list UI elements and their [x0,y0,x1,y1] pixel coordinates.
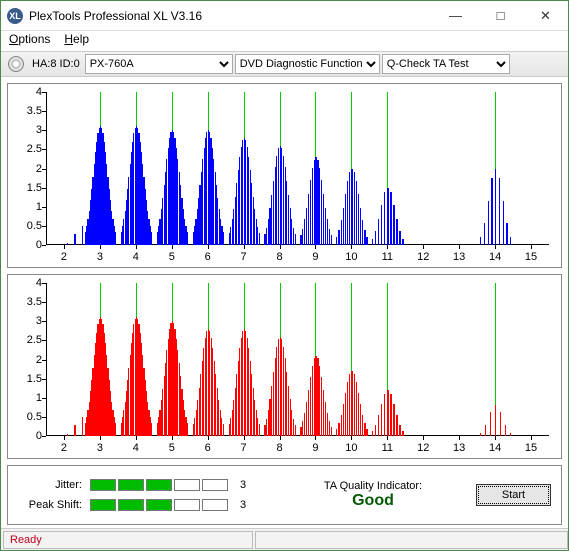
minimize-button[interactable]: — [433,1,478,30]
y-tick-label: 0.5 [14,220,42,232]
drive-id-label: HA:8 ID:0 [29,58,83,70]
y-tick-label: 3.5 [14,296,42,308]
x-tick-label: 13 [453,251,465,263]
x-tick-label: 12 [417,442,429,454]
meter-block [146,499,172,511]
jitter-value: 3 [236,479,250,491]
window-title: PlexTools Professional XL V3.16 [29,9,433,23]
y-tick-label: 3 [14,315,42,327]
menu-options[interactable]: Options [9,32,50,50]
meter-block [118,479,144,491]
peak-label: Peak Shift: [18,499,82,511]
x-tick-label: 13 [453,442,465,454]
meter-block [174,499,200,511]
x-tick-label: 8 [276,442,282,454]
titlebar[interactable]: XL PlexTools Professional XL V3.16 — □ ✕ [1,1,568,31]
menu-help[interactable]: Help [64,32,89,50]
disc-icon [8,56,24,72]
meter-block [174,479,200,491]
chart-top: 0 0.5 1 1.5 2 2.5 3 3.5 4 2 3 4 5 6 7 8 9 10 11 12 13 14 15 [7,83,562,268]
x-tick-label: 7 [241,442,247,454]
meter-block [118,499,144,511]
x-tick-label: 2 [61,251,67,263]
x-tick-label: 7 [241,251,247,263]
function-select[interactable]: DVD Diagnostic Functions [235,54,380,74]
jitter-meter [90,479,228,491]
peak-row: Peak Shift: 3 [18,499,250,511]
drive-select[interactable]: PX-760A [85,54,233,74]
chart-bottom: 0 0.5 1 1.5 2 2.5 3 3.5 4 2 3 4 5 6 7 8 9 10 11 12 13 14 15 [7,274,562,459]
close-button[interactable]: ✕ [523,1,568,30]
menubar: Options Help [1,31,568,51]
y-tick-label: 2.5 [14,143,42,155]
peak-value: 3 [236,499,250,511]
maximize-button[interactable]: □ [478,1,523,30]
status-text: Ready [3,531,253,549]
y-tick-label: 1.5 [14,373,42,385]
ta-indicator: TA Quality Indicator: Good [270,480,476,510]
y-tick-label: 0 [14,239,42,251]
x-tick-label: 3 [97,442,103,454]
peak-meter [90,499,228,511]
app-icon: XL [7,8,23,24]
meter-block [90,479,116,491]
x-tick-label: 4 [133,251,139,263]
content-area: 00.511.522.533.5423456789101112131415 00… [1,77,568,528]
y-tick-label: 1.5 [14,182,42,194]
jitter-row: Jitter: 3 [18,479,250,491]
y-tick-label: 3.5 [14,105,42,117]
app-window: XL PlexTools Professional XL V3.16 — □ ✕… [0,0,569,551]
y-tick-label: 2.5 [14,334,42,346]
test-select[interactable]: Q-Check TA Test [382,54,510,74]
x-tick-label: 2 [61,442,67,454]
x-tick-label: 8 [276,251,282,263]
y-tick-label: 3 [14,124,42,136]
jitter-label: Jitter: [18,479,82,491]
x-tick-label: 15 [525,251,537,263]
x-tick-label: 15 [525,442,537,454]
meter-block [202,499,228,511]
toolbar: HA:8 ID:0 PX-760A DVD Diagnostic Functio… [1,51,568,77]
x-tick-label: 10 [345,251,357,263]
x-tick-label: 10 [345,442,357,454]
x-tick-label: 5 [169,251,175,263]
x-tick-label: 11 [382,251,393,263]
x-tick-label: 5 [169,442,175,454]
x-tick-label: 6 [205,442,211,454]
x-tick-label: 14 [489,251,501,263]
y-tick-label: 2 [14,163,42,175]
x-tick-label: 9 [312,442,318,454]
x-tick-label: 14 [489,442,501,454]
meter-block [90,499,116,511]
ta-value: Good [352,492,394,510]
x-tick-label: 3 [97,251,103,263]
y-tick-label: 4 [14,277,42,289]
status-empty [255,531,568,549]
y-tick-label: 0 [14,430,42,442]
ta-label: TA Quality Indicator: [324,480,422,492]
menu-help-rest: elp [73,32,89,46]
y-tick-label: 1 [14,392,42,404]
y-tick-label: 4 [14,86,42,98]
x-tick-label: 9 [312,251,318,263]
x-tick-label: 4 [133,442,139,454]
meter-block [146,479,172,491]
y-tick-label: 2 [14,354,42,366]
start-button[interactable]: Start [476,484,551,506]
x-tick-label: 11 [382,442,393,454]
meter-block [202,479,228,491]
y-tick-label: 0.5 [14,411,42,423]
x-tick-label: 12 [417,251,429,263]
menu-options-rest: ptions [18,32,50,46]
statusbar: Ready [1,528,568,550]
y-tick-label: 1 [14,201,42,213]
results-panel: Jitter: 3 Peak Shift: 3 TA Quality Indic… [7,465,562,525]
x-tick-label: 6 [205,251,211,263]
